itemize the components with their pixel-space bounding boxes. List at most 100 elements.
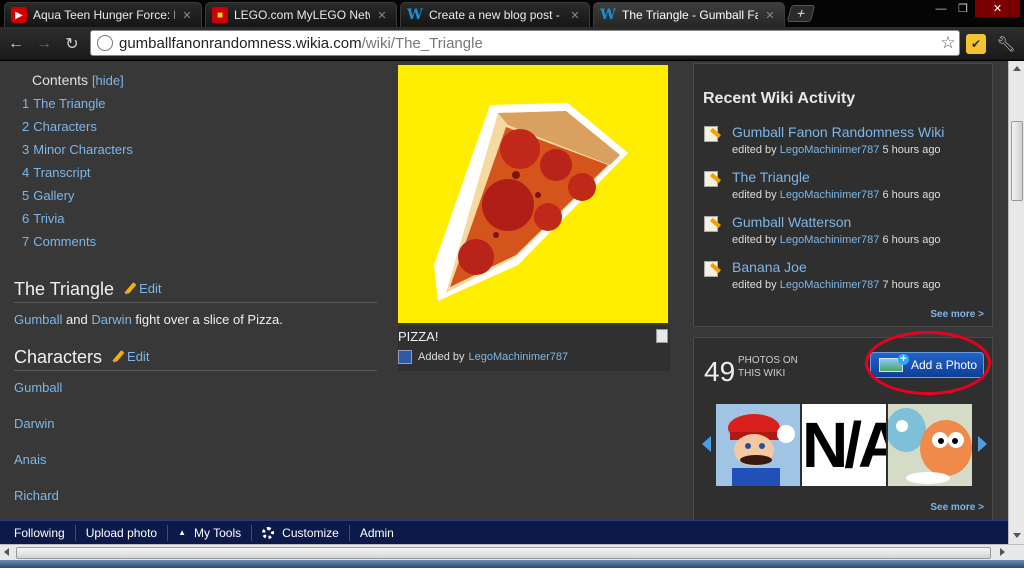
caret-up-icon: ▲ <box>178 527 187 537</box>
edit-page-icon <box>704 171 718 187</box>
globe-icon <box>97 35 113 51</box>
wikia-icon: W <box>407 7 423 23</box>
user-link[interactable]: LegoMachinimer787 <box>780 234 880 246</box>
wikia-icon: W <box>600 7 616 23</box>
scroll-thumb[interactable] <box>1011 121 1023 201</box>
edit-section-link[interactable]: Edit <box>124 281 161 296</box>
section-heading-characters: Characters Edit <box>14 347 377 371</box>
wrench-icon[interactable]: 🔧︎ <box>996 34 1016 54</box>
toc-item[interactable]: 3 Minor Characters <box>22 138 234 161</box>
section-heading-triangle: The Triangle Edit <box>14 279 377 303</box>
tab-label: LEGO.com MyLEGO Networ <box>234 8 370 22</box>
see-more-link[interactable]: See more > <box>930 309 984 320</box>
photo-thumbnail-mario[interactable] <box>716 404 800 486</box>
gumball-link[interactable]: Gumball <box>14 312 62 327</box>
close-icon[interactable]: ✕ <box>569 9 581 22</box>
toc-list: 1 The Triangle 2 Characters 3 Minor Charact… <box>22 92 234 253</box>
toc-item[interactable]: 7 Comments <box>22 230 234 253</box>
toc-hide-link[interactable]: [hide] <box>92 73 124 88</box>
activity-title-link[interactable]: Gumball Fanon Randomness Wiki <box>732 124 944 140</box>
pencil-icon <box>112 350 125 363</box>
tab-aqua-teen[interactable]: ▶ Aqua Teen Hunger Force: F ✕ <box>4 2 202 27</box>
photo-count: 49 <box>704 356 736 387</box>
forward-icon[interactable]: → <box>33 33 55 55</box>
section-title: The Triangle <box>14 279 115 299</box>
page-content: Contents [hide] 1 The Triangle 2 Character… <box>0 61 1008 520</box>
toc-title: Contents <box>32 72 89 88</box>
see-more-link[interactable]: See more > <box>930 502 984 513</box>
browser-window: ▶ Aqua Teen Hunger Force: F ✕ ■ LEGO.com… <box>0 0 1024 568</box>
scroll-left-icon[interactable] <box>4 548 9 556</box>
user-link[interactable]: LegoMachinimer787 <box>780 144 880 156</box>
activity-item: Gumball Watterson edited by LegoMachinim… <box>704 214 989 254</box>
back-icon[interactable]: ← <box>5 33 27 55</box>
reload-icon[interactable]: ↻ <box>61 33 83 55</box>
upload-photo-link[interactable]: Upload photo <box>76 524 169 541</box>
photo-count-label: PHOTOS ON THIS WIKI <box>738 355 798 379</box>
darwin-link[interactable]: Darwin <box>91 312 131 327</box>
close-icon[interactable]: ✕ <box>376 9 388 22</box>
user-link[interactable]: LegoMachinimer787 <box>468 351 568 363</box>
annotation-circle <box>865 331 991 395</box>
toc-item[interactable]: 1 The Triangle <box>22 92 234 115</box>
character-link[interactable]: Richard <box>14 488 59 503</box>
horizontal-scrollbar[interactable] <box>0 544 1024 560</box>
photo-thumbnail-gumball[interactable] <box>888 404 972 486</box>
close-icon[interactable]: ✕ <box>181 9 193 22</box>
bookmark-star-icon[interactable]: ☆ <box>937 33 959 53</box>
youtube-icon: ▶ <box>11 7 27 23</box>
os-taskbar <box>0 560 1024 568</box>
article-image[interactable] <box>398 65 668 323</box>
address-bar[interactable]: gumballfanonrandomness.wikia.com/wiki/Th… <box>90 30 960 56</box>
scroll-thumb[interactable] <box>16 547 991 559</box>
summary-paragraph: Gumball and Darwin fight over a slice of… <box>14 312 283 327</box>
character-link[interactable]: Anais <box>14 452 47 467</box>
photo-thumbnail-na[interactable]: N/A <box>802 404 886 486</box>
toc-item[interactable]: 5 Gallery <box>22 184 234 207</box>
tab-label: Create a new blog post - Gu <box>429 8 563 22</box>
customize-link[interactable]: Customize <box>252 524 350 541</box>
activity-item: Banana Joe edited by LegoMachinimer787 7… <box>704 259 989 299</box>
lego-icon: ■ <box>212 7 228 23</box>
scroll-down-icon[interactable] <box>1013 533 1021 538</box>
avatar <box>398 350 412 364</box>
caption-text: PIZZA! <box>398 329 439 344</box>
tab-the-triangle[interactable]: W The Triangle - Gumball Fan ✕ <box>593 2 785 27</box>
edit-section-link[interactable]: Edit <box>112 349 149 364</box>
admin-link[interactable]: Admin <box>350 525 404 541</box>
new-tab-button[interactable]: + <box>786 5 816 22</box>
activity-item: The Triangle edited by LegoMachinimer787… <box>704 169 989 209</box>
user-link[interactable]: LegoMachinimer787 <box>780 189 880 201</box>
edit-page-icon <box>704 261 718 277</box>
character-link[interactable]: Darwin <box>14 416 54 431</box>
following-link[interactable]: Following <box>0 524 76 541</box>
activity-title-link[interactable]: Banana Joe <box>732 259 807 275</box>
edit-page-icon <box>704 216 718 232</box>
pizza-illustration <box>434 103 628 301</box>
image-caption: PIZZA! Added by LegoMachinimer787 <box>398 326 670 371</box>
user-link[interactable]: LegoMachinimer787 <box>780 279 880 291</box>
url-text[interactable]: gumballfanonrandomness.wikia.com/wiki/Th… <box>119 35 937 52</box>
tab-lego[interactable]: ■ LEGO.com MyLEGO Networ ✕ <box>205 2 397 27</box>
scroll-right-icon[interactable] <box>1000 548 1005 556</box>
close-window-icon[interactable]: ✕ <box>975 0 1020 17</box>
carousel-next-icon[interactable] <box>978 436 987 452</box>
vertical-scrollbar[interactable] <box>1008 61 1024 544</box>
close-icon[interactable]: ✕ <box>764 9 776 22</box>
my-tools-menu[interactable]: ▲ My Tools <box>168 524 253 541</box>
minimize-icon[interactable]: — <box>930 0 952 17</box>
scroll-up-icon[interactable] <box>1013 66 1021 71</box>
tab-strip: ▶ Aqua Teen Hunger Force: F ✕ ■ LEGO.com… <box>0 0 1024 27</box>
details-icon[interactable] <box>656 329 668 343</box>
character-link[interactable]: Gumball <box>14 380 62 395</box>
toc-item[interactable]: 2 Characters <box>22 115 234 138</box>
toc-item[interactable]: 6 Trivia <box>22 207 234 230</box>
carousel-prev-icon[interactable] <box>702 436 711 452</box>
activity-title-link[interactable]: Gumball Watterson <box>732 214 851 230</box>
tab-create-blog[interactable]: W Create a new blog post - Gu ✕ <box>400 2 590 27</box>
activity-item: Gumball Fanon Randomness Wiki edited by … <box>704 124 989 164</box>
extension-icon[interactable]: ✔ <box>966 34 986 54</box>
maximize-icon[interactable]: ❐ <box>953 0 973 17</box>
toc-item[interactable]: 4 Transcript <box>22 161 234 184</box>
activity-title-link[interactable]: The Triangle <box>732 169 810 185</box>
